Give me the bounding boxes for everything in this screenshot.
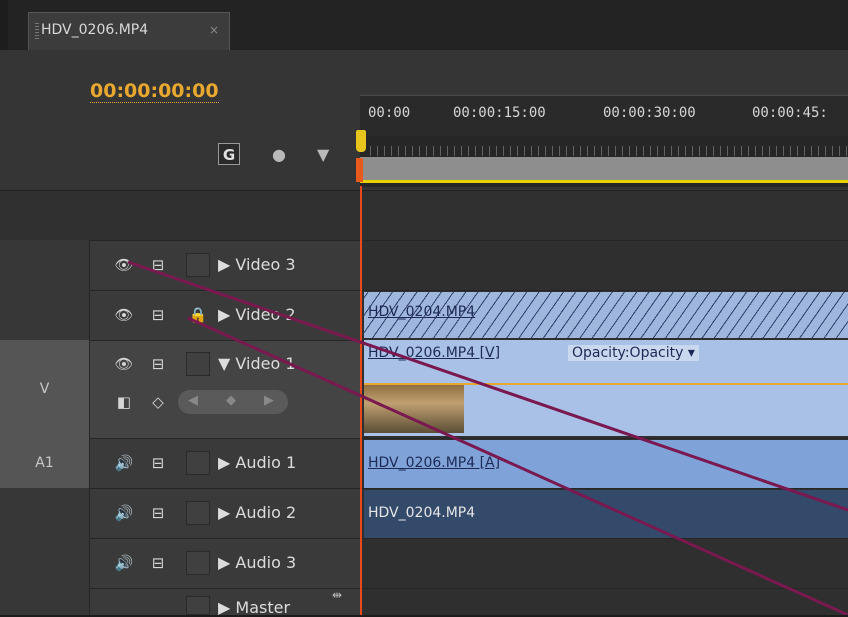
speaker-icon[interactable]: 🔊 (112, 551, 136, 575)
sync-lock-icon[interactable]: ⊟ (146, 451, 170, 475)
eye-icon[interactable]: 👁 (112, 303, 136, 327)
clip-audio1[interactable]: HDV_0206.MP4 [A] (364, 440, 848, 488)
lock-toggle[interactable] (186, 352, 210, 376)
sync-lock-icon[interactable]: ⊟ (146, 352, 170, 376)
ruler-ticks (370, 146, 848, 156)
marker-light-icon[interactable]: ● (272, 145, 286, 164)
sync-lock-icon[interactable]: ⊟ (146, 253, 170, 277)
lock-toggle[interactable] (186, 551, 210, 575)
track-name-audio3[interactable]: ▶ Audio 3 (218, 553, 296, 572)
clip-name: HDV_0204.MP4 (368, 304, 476, 320)
playhead-line[interactable] (360, 186, 362, 615)
track-name-video3[interactable]: ▶ Video 3 (218, 255, 296, 274)
track-name-video1[interactable]: ▼ Video 1 (218, 354, 296, 373)
tab-sequence[interactable]: HDV_0206.MP4 × (28, 12, 230, 50)
track-target-master (0, 588, 90, 615)
eye-icon[interactable]: 👁 (112, 352, 136, 376)
add-marker-icon[interactable]: ▼ (317, 145, 329, 164)
timecode-display[interactable]: 00:00:00:00 (90, 80, 219, 103)
lock-toggle[interactable] (186, 253, 210, 277)
resize-icon[interactable]: ⇹ (332, 588, 342, 602)
track-name-audio2[interactable]: ▶ Audio 2 (218, 503, 296, 522)
next-keyframe-icon[interactable]: ▶ (264, 393, 274, 408)
lock-toggle[interactable] (186, 501, 210, 525)
track-target-audio2[interactable] (0, 488, 90, 538)
prev-keyframe-icon[interactable]: ◀ (188, 393, 198, 408)
track-target-video3[interactable] (0, 240, 90, 290)
playhead-handle[interactable] (356, 130, 366, 152)
tab-title: HDV_0206.MP4 (41, 22, 149, 38)
clip-thumbnail (364, 383, 464, 433)
track-area-master[interactable] (360, 588, 848, 615)
add-keyframe-icon[interactable]: ◆ (226, 393, 236, 408)
track-area-video3[interactable] (360, 240, 848, 290)
speaker-icon[interactable]: 🔊 (112, 451, 136, 475)
track-target-audio1[interactable]: A1 (0, 438, 90, 488)
eye-icon[interactable]: 👁 (112, 253, 136, 277)
sync-lock-icon[interactable]: ⊟ (146, 303, 170, 327)
lock-toggle[interactable] (186, 596, 210, 615)
ruler-label: 00:00:45: (752, 105, 828, 121)
ruler-label: 00:00:15:00 (453, 105, 546, 121)
close-icon[interactable]: × (209, 23, 219, 37)
effect-dropdown[interactable]: Opacity:Opacity ▾ (568, 345, 699, 361)
clip-name: HDV_0204.MP4 (368, 505, 476, 521)
sync-lock-icon[interactable]: ⊟ (146, 551, 170, 575)
track-target-video2[interactable] (0, 290, 90, 340)
keyframe-nav[interactable]: ◀ ◆ ▶ (178, 390, 288, 414)
lock-toggle[interactable] (186, 451, 210, 475)
track-spacer (0, 190, 848, 240)
display-style-icon[interactable]: ◧ (112, 390, 136, 414)
speaker-icon[interactable]: 🔊 (112, 501, 136, 525)
work-area-bar[interactable] (360, 157, 848, 183)
clip-video2[interactable]: HDV_0204.MP4 (364, 292, 848, 338)
keyframe-icon[interactable]: ◇ (146, 390, 170, 414)
sync-lock-icon[interactable]: ⊟ (146, 501, 170, 525)
track-name-audio1[interactable]: ▶ Audio 1 (218, 453, 296, 472)
snap-icon[interactable]: G (218, 143, 240, 165)
opacity-rubberband[interactable] (364, 383, 848, 385)
track-area-audio3[interactable] (360, 538, 848, 588)
clip-name: HDV_0206.MP4 [V] (368, 345, 501, 361)
track-target-video1[interactable]: V (0, 340, 90, 438)
track-target-audio3[interactable] (0, 538, 90, 588)
clip-name: HDV_0206.MP4 [A] (368, 455, 501, 471)
lock-icon[interactable]: 🔒 (186, 303, 210, 327)
track-name-master[interactable]: ▶ Master (218, 598, 290, 617)
clip-audio2[interactable]: HDV_0204.MP4 (364, 490, 848, 538)
grip-icon[interactable] (35, 23, 39, 39)
track-name-video2[interactable]: ▶ Video 2 (218, 305, 296, 324)
ruler-label: 00:00:30:00 (603, 105, 696, 121)
playhead-marker (356, 158, 363, 182)
ruler-label: 00:00 (368, 105, 411, 121)
